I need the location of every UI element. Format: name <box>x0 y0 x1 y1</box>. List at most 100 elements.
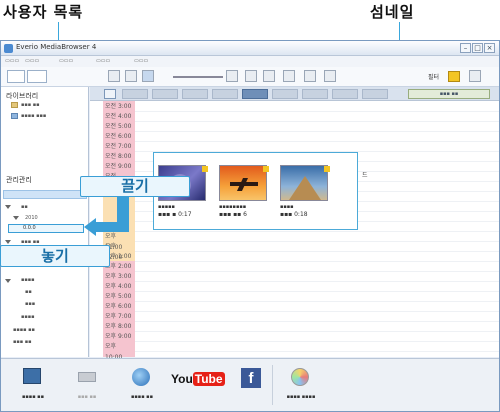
folder-icon <box>11 102 18 108</box>
menu-help[interactable]: ▭▭▭ <box>134 58 148 64</box>
side-text: 드 <box>362 172 368 179</box>
tab-day-4[interactable] <box>212 89 238 99</box>
separator <box>272 365 273 405</box>
tab-day-6[interactable] <box>272 89 298 99</box>
drop-label: 놓기 <box>0 245 110 267</box>
thumbnail-meta: ▪▪▪ ▪▪ 6 <box>219 211 247 218</box>
thumbnail-name: ▪▪▪▪ <box>280 204 294 210</box>
frame-icon-2[interactable] <box>324 70 336 82</box>
maximize-button[interactable]: □ <box>472 43 483 53</box>
thumbnail-plane[interactable] <box>219 165 267 201</box>
today-button[interactable]: ▪▪▪ ▪▪ <box>408 89 490 99</box>
sidebar-item-date[interactable]: ▪▪ <box>21 204 28 210</box>
time-label: 오후 10:00 <box>105 343 122 361</box>
drag-arrow-horizontal <box>95 222 129 232</box>
window-title: Everio MediaBrowser 4 <box>16 43 97 51</box>
sidebar-item-all[interactable]: ▪▪▪ ▪▪ <box>21 102 40 108</box>
management-heading: 관리관리 <box>6 176 32 184</box>
menu-bar: ▭▭▭ ▭▭▭ ▭▭▭ ▭▭▭ ▭▭▭ <box>1 56 499 67</box>
facebook-logo: f <box>241 368 261 388</box>
menu-view[interactable]: ▭▭▭ <box>59 58 73 64</box>
create-disc-label: ▪▪▪▪ ▪▪ <box>22 394 44 400</box>
expand-icon[interactable] <box>13 216 19 220</box>
thumbnail-meta: ▪▪▪ 0:18 <box>280 211 308 218</box>
tab-day-3[interactable] <box>182 89 208 99</box>
tab-day-1[interactable] <box>122 89 148 99</box>
tab-day-8[interactable] <box>332 89 358 99</box>
library-heading: 라이브러리 <box>6 92 39 100</box>
globe-icon <box>132 368 150 386</box>
sidebar-item-category[interactable]: ▪▪▪▪ <box>21 277 35 283</box>
date-tabs: ▪▪▪ ▪▪ <box>90 87 499 101</box>
close-button[interactable]: × <box>484 43 495 53</box>
filter-icon[interactable] <box>448 71 460 82</box>
thumbnail-pyramid-icon <box>289 176 321 200</box>
new-badge <box>324 166 330 172</box>
menu-file[interactable]: ▭▭▭ <box>5 58 19 64</box>
edit-icon[interactable] <box>226 70 238 82</box>
add-button[interactable] <box>7 70 25 83</box>
title-bar: Everio MediaBrowser 4 – □ × <box>1 41 499 56</box>
sidebar-item-library[interactable]: ▪▪▪▪ ▪▪▪ <box>21 113 46 119</box>
sidebar-item-sub-4[interactable]: ▪▪▪▪ ▪▪ <box>13 327 35 333</box>
thumbnail-callout: 섬네일 <box>370 3 415 21</box>
phone-icon <box>78 372 96 382</box>
thumbnail-pyramid[interactable] <box>280 165 328 201</box>
new-badge <box>202 166 208 172</box>
drag-arrow-head <box>84 218 96 236</box>
toolbar: 필터 <box>1 67 499 87</box>
video-icon <box>23 368 41 384</box>
filter-label: 필터 <box>428 74 440 81</box>
bottom-bar: ▪▪▪▪ ▪▪ ▪▪▪ ▪▪ ▪▪▪▪ ▪▪ You Tube f ▪▪▪▪ ▪▪… <box>1 358 499 411</box>
tab-day-2[interactable] <box>152 89 178 99</box>
menu-tools[interactable]: ▭▭▭ <box>96 58 110 64</box>
capture-icon[interactable] <box>283 70 295 82</box>
youtube-logo: You Tube <box>171 372 225 386</box>
grid-view-icon[interactable] <box>108 70 120 82</box>
sidebar-item-sub-5[interactable]: ▪▪▪ ▪▪ <box>13 339 32 345</box>
tab-day-7[interactable] <box>302 89 328 99</box>
disc-button[interactable]: ▪▪▪▪ ▪▪▪▪ <box>277 364 325 404</box>
sidebar-item-2010[interactable]: 2010 <box>25 215 38 221</box>
rotate-icon[interactable] <box>245 70 257 82</box>
sidebar: 라이브러리 ▪▪▪ ▪▪ ▪▪▪▪ ▪▪▪ 관리관리 ▪▪ 2010 ▪▪▪ ▪ … <box>1 87 89 357</box>
zoom-slider[interactable] <box>173 76 223 78</box>
minimize-button[interactable]: – <box>460 43 471 53</box>
thumbnail-name: ▪▪▪▪▪▪▪▪ <box>219 204 247 210</box>
tab-day-selected[interactable] <box>242 89 268 99</box>
tools-button[interactable] <box>27 70 47 83</box>
calendar-view-icon[interactable] <box>142 70 154 82</box>
expand-icon[interactable] <box>5 279 11 283</box>
user-list-callout: 사용자 목록 <box>3 3 84 21</box>
time-slot[interactable] <box>135 341 499 352</box>
screenshot-stage: 사용자 목록 섬네일 Everio MediaBrowser 4 – □ × ▭… <box>0 0 500 412</box>
drop-target-item[interactable]: 0.0.0 <box>8 224 84 233</box>
upload-device-label: ▪▪▪ ▪▪ <box>77 394 97 400</box>
tab-day-9[interactable] <box>362 89 388 99</box>
sort-icon[interactable] <box>469 70 481 82</box>
expand-icon[interactable] <box>5 240 11 244</box>
facebook-button[interactable]: f <box>229 364 277 404</box>
upload-device-button[interactable]: ▪▪▪ ▪▪ <box>63 364 111 404</box>
frame-icon[interactable] <box>304 70 316 82</box>
window-icon <box>4 44 13 53</box>
youtube-button[interactable]: You Tube <box>171 364 225 404</box>
list-view-icon[interactable] <box>125 70 137 82</box>
sidebar-item-sub-1[interactable]: ▪▪ <box>25 289 32 295</box>
menu-edit[interactable]: ▭▭▭ <box>25 58 39 64</box>
drag-label: 끌기 <box>80 176 190 197</box>
thumbnail-meta: ▪▪▪ ▪ 0:17 <box>158 211 192 218</box>
sidebar-item-selected[interactable] <box>3 190 87 199</box>
youtube-tube: Tube <box>192 372 225 386</box>
new-badge <box>263 166 269 172</box>
folder-icon <box>11 113 18 119</box>
expand-icon[interactable] <box>5 205 11 209</box>
thumbnail-name: ▪▪▪▪▪ <box>158 204 175 210</box>
create-disc-button[interactable]: ▪▪▪▪ ▪▪ <box>9 364 57 404</box>
up-button[interactable] <box>104 89 116 99</box>
web-upload-button[interactable]: ▪▪▪▪ ▪▪ <box>118 364 166 404</box>
info-icon[interactable] <box>263 70 275 82</box>
sidebar-item-sub-3[interactable]: ▪▪▪▪ <box>21 314 35 320</box>
disc-icon <box>291 368 309 386</box>
sidebar-item-sub-2[interactable]: ▪▪▪ <box>25 301 35 307</box>
